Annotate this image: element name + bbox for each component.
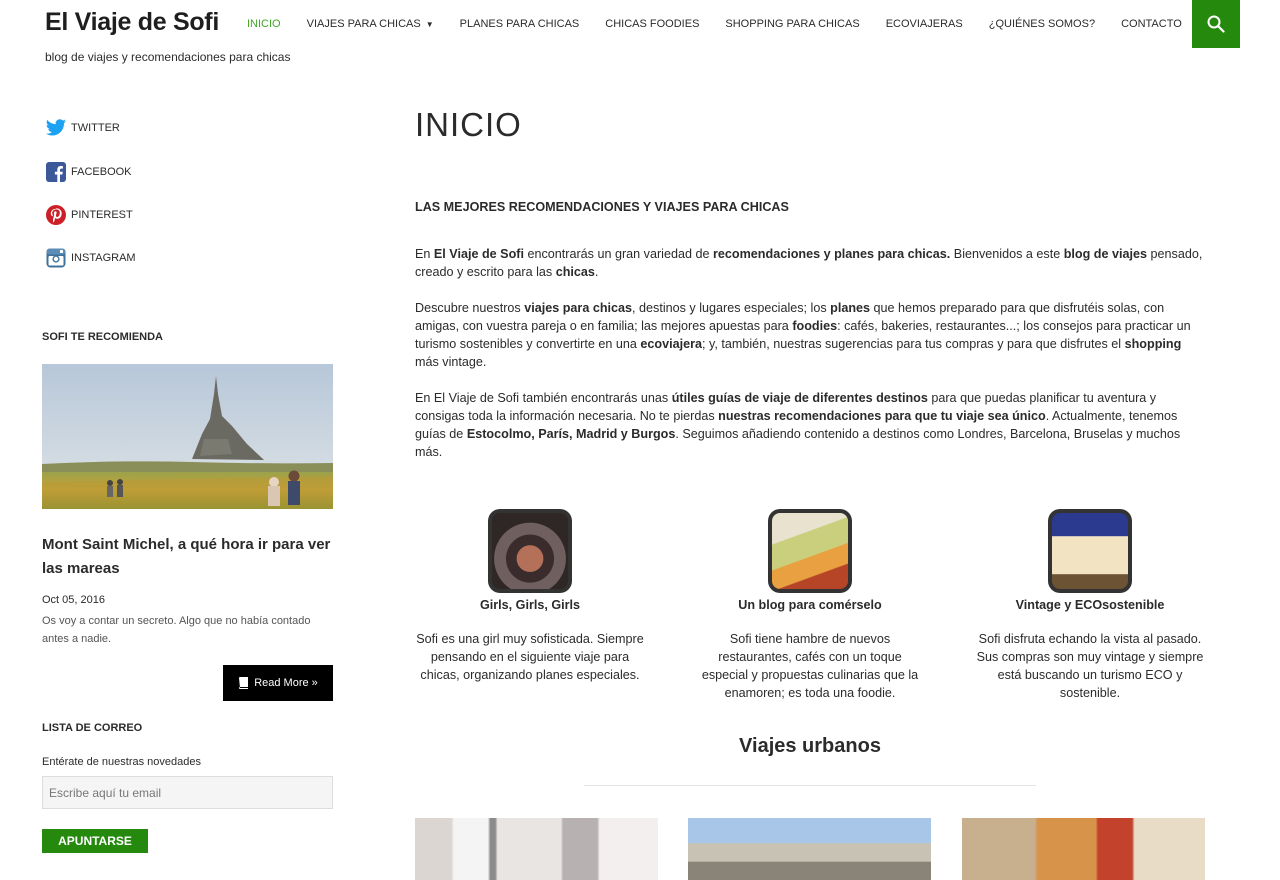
subscribe-button[interactable]: APUNTARSE (42, 829, 148, 853)
book-icon (239, 677, 249, 689)
widget-title-mailing: LISTA DE CORREO (42, 722, 143, 734)
site-tagline: blog de viajes y recomendaciones para ch… (45, 50, 291, 64)
nav-label: ¿QUIÉNES SOMOS? (988, 18, 1096, 30)
twitter-icon (45, 119, 67, 136)
instagram-icon (46, 248, 66, 268)
feature-title: Un blog para comérselo (738, 598, 882, 612)
widget-title-recommend: SOFI TE RECOMIENDA (42, 331, 164, 343)
urban-post-image-3[interactable] (962, 818, 1205, 880)
social-link-twitter[interactable]: TWITTER (45, 118, 120, 138)
feature-title: Vintage y ECOsostenible (1015, 598, 1165, 612)
social-label: INSTAGRAM (71, 252, 136, 264)
pinterest-icon (46, 205, 66, 225)
chevron-down-icon: ▼ (425, 19, 434, 29)
feature-thumb-vintage[interactable] (1048, 509, 1132, 593)
nav-label: SHOPPING PARA CHICAS (725, 18, 860, 30)
mont-saint-michel-photo (42, 364, 333, 509)
section-title: Viajes urbanos (739, 735, 881, 757)
discover-paragraph: Descubre nuestros viajes para chicas, de… (415, 301, 1191, 369)
content-heading: LAS MEJORES RECOMENDACIONES Y VIAJES PAR… (415, 200, 789, 214)
urban-post-image-2[interactable] (688, 818, 931, 880)
search-button[interactable] (1192, 0, 1240, 48)
feature-thumb-girls[interactable] (488, 509, 572, 593)
featured-post-excerpt: Os voy a contar un secreto. Algo que no … (42, 615, 311, 645)
social-link-instagram[interactable]: INSTAGRAM (45, 247, 136, 269)
feature-foodie: Un blog para comérselo Sofi tiene hambre… (695, 509, 925, 702)
feature-girls: Girls, Girls, Girls Sofi es una girl muy… (415, 509, 645, 684)
nav-item-planes-para-chicas[interactable]: PLANES PARA CHICAS (460, 18, 580, 30)
urban-post-image-1[interactable] (415, 818, 658, 880)
social-link-pinterest[interactable]: PINTEREST (45, 204, 133, 226)
social-label: FACEBOOK (71, 166, 132, 178)
nav-item-inicio[interactable]: INICIO (247, 18, 281, 30)
feature-vintage: Vintage y ECOsostenible Sofi disfruta ec… (975, 509, 1205, 702)
feature-desc: Sofi disfruta echando la vista al pasado… (976, 632, 1204, 700)
nav-item-chicas-foodies[interactable]: CHICAS FOODIES (605, 18, 699, 30)
email-field[interactable] (42, 776, 333, 809)
nav-label: CONTACTO (1121, 18, 1182, 30)
guides-paragraph: En El Viaje de Sofi también encontrarás … (415, 391, 1181, 459)
nav-item-quienes-somos[interactable]: ¿QUIÉNES SOMOS? (989, 18, 1095, 30)
read-more-label: Read More » (254, 677, 318, 689)
nav-label: PLANES PARA CHICAS (459, 18, 580, 30)
feature-desc: Sofi es una girl muy sofisticada. Siempr… (416, 632, 644, 682)
nav-item-ecoviajeras[interactable]: ECOVIAJERAS (886, 18, 963, 30)
main-nav: INICIO VIAJES PARA CHICAS ▼ PLANES PARA C… (247, 0, 1208, 48)
nav-label: ECOVIAJERAS (885, 18, 963, 30)
site-title[interactable]: El Viaje de Sofi (45, 8, 219, 37)
nav-item-shopping-para-chicas[interactable]: SHOPPING PARA CHICAS (725, 18, 859, 30)
social-label: PINTEREST (71, 209, 133, 221)
nav-label: INICIO (247, 18, 281, 30)
social-label: TWITTER (71, 122, 120, 134)
featured-post-date: Oct 05, 2016 (42, 594, 105, 606)
nav-item-viajes-para-chicas[interactable]: VIAJES PARA CHICAS ▼ (307, 18, 434, 30)
featured-post-title[interactable]: Mont Saint Michel, a qué hora ir para ve… (42, 533, 337, 581)
nav-item-contacto[interactable]: CONTACTO (1121, 18, 1182, 30)
featured-post-image[interactable] (42, 364, 333, 509)
page-title: INICIO (415, 106, 522, 143)
read-more-button[interactable]: Read More » (223, 665, 333, 701)
nav-label: CHICAS FOODIES (605, 18, 700, 30)
search-icon (1207, 15, 1225, 33)
mailing-label: Entérate de nuestras novedades (42, 756, 202, 768)
facebook-icon (46, 162, 66, 182)
nav-label: VIAJES PARA CHICAS (306, 18, 421, 30)
feature-desc: Sofi tiene hambre de nuevos restaurantes… (701, 632, 919, 700)
intro-paragraph: En El Viaje de Sofi encontrarás un gran … (415, 247, 1203, 279)
feature-title: Girls, Girls, Girls (479, 598, 581, 612)
feature-thumb-foodie[interactable] (768, 509, 852, 593)
section-divider (584, 785, 1036, 786)
social-link-facebook[interactable]: FACEBOOK (45, 161, 132, 183)
